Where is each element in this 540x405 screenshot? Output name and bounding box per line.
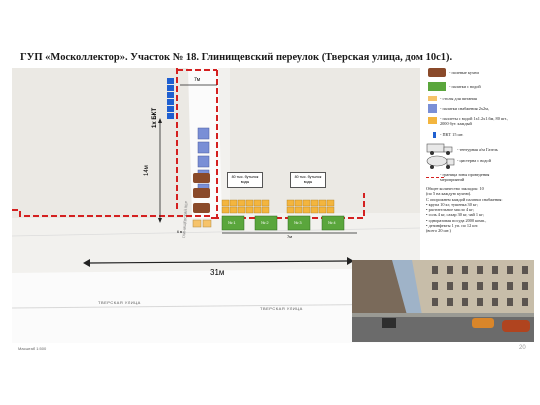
street-label-tverskaya-2: ТВЕРСКАЯ УЛИЦА bbox=[260, 306, 303, 311]
legend-notes: Общее количество закладок: 10 (по 5 на к… bbox=[426, 186, 538, 234]
map-scale: Масштаб 1:500 bbox=[18, 346, 47, 351]
legend-kitchen: - полевые кухни bbox=[449, 70, 479, 75]
street-label-tverskaya-1: ТВЕРСКАЯ УЛИЦА bbox=[98, 300, 141, 305]
dim-7m-top: 7м bbox=[194, 77, 201, 83]
legend-booth: - ПКТ 15 шт. bbox=[440, 132, 464, 137]
supply-tents bbox=[197, 127, 210, 196]
booth-label: 1х БКТ bbox=[152, 107, 158, 128]
tent-label-2: № 2 bbox=[261, 220, 269, 225]
water-tents bbox=[221, 215, 345, 231]
page-title: ГУП «Москоллектор». Участок № 18. Глинищ… bbox=[20, 52, 453, 63]
page-number: 20 bbox=[519, 345, 526, 351]
legend-kitchen-icon bbox=[428, 68, 446, 77]
tent-label-1: № 1 bbox=[228, 220, 236, 225]
note-line-9: (всего 20 шт.) bbox=[426, 228, 451, 234]
legend-booth-icon bbox=[433, 132, 436, 138]
legend-water-tent-icon bbox=[428, 82, 446, 91]
building-block-east bbox=[230, 68, 420, 213]
building-block-west bbox=[12, 68, 192, 218]
legend-water-tent: - палатки с водой bbox=[449, 84, 481, 89]
tanker-icon bbox=[426, 155, 455, 169]
legend-table: - столы для питания bbox=[440, 96, 477, 101]
dim-31m: 31м bbox=[210, 268, 225, 277]
street-photo-image bbox=[352, 260, 534, 342]
dim-7m-bottom: 7м bbox=[287, 234, 292, 239]
note-water-1: 80 тыс. бутылок воды bbox=[227, 172, 263, 188]
legend-pallet-icon bbox=[428, 117, 437, 124]
dim-14m: 14м bbox=[144, 165, 150, 176]
legend-border: - граница зоны проведения мероприятий bbox=[440, 172, 490, 183]
legend-truck: - тентурная а/м Газель bbox=[457, 147, 498, 152]
field-kitchens bbox=[193, 173, 210, 213]
legend-table-icon bbox=[428, 96, 437, 101]
street-photo bbox=[352, 260, 534, 342]
legend-pallet: - паллеты с водой 1х1.2х1.6м, 80 шт., 20… bbox=[440, 116, 508, 127]
food-tables bbox=[192, 219, 212, 228]
note-water-2: 80 тыс. бутылок воды bbox=[290, 172, 326, 188]
legend-supply-icon bbox=[428, 104, 437, 113]
tent-label-4: № 4 bbox=[328, 220, 336, 225]
tent-label-3: № 3 bbox=[294, 220, 302, 225]
legend-tanker: - цистерна с водой bbox=[457, 158, 491, 163]
legend-supply: - палатки снабжения 2х2м, bbox=[440, 106, 489, 111]
